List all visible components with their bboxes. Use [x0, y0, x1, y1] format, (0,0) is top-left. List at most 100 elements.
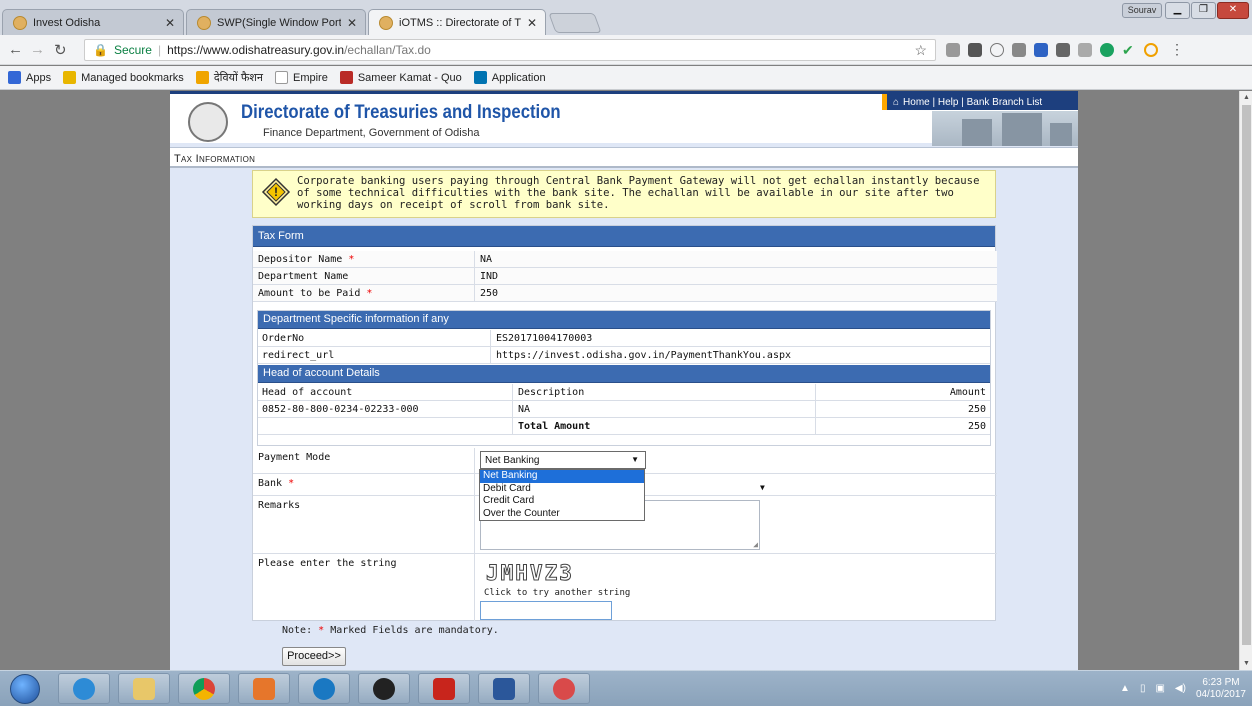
new-tab-button[interactable] [548, 13, 602, 33]
total-label: Total Amount [518, 421, 591, 432]
hoa-header-row: Head of account Description Amount [258, 384, 990, 401]
top-links[interactable]: ⌂ Home | Help | Bank Branch List [882, 94, 1078, 110]
taskbar-app[interactable] [238, 673, 290, 704]
bookmark-application[interactable]: Application [473, 71, 546, 84]
amount-value: 250 [480, 288, 499, 299]
option-net-banking[interactable]: Net Banking [480, 470, 644, 483]
mandatory-note: Note: * Marked Fields are mandatory. [282, 625, 499, 636]
close-icon[interactable]: ✕ [347, 16, 357, 30]
captcha-image[interactable]: JMHVZ3 Click to try another string [480, 558, 638, 600]
start-button[interactable] [10, 674, 40, 704]
scissors-icon [553, 677, 575, 700]
notice-text: Corporate banking users paying through C… [297, 175, 980, 211]
bookmark-apps[interactable]: Apps [8, 71, 51, 84]
address-bar[interactable]: 🔒 Secure | https://www.odishatreasury.go… [84, 39, 936, 61]
taskbar-acrobat[interactable] [418, 673, 470, 704]
scroll-up-icon[interactable]: ▲ [1243, 94, 1250, 101]
network-icon[interactable]: ▣ [1155, 683, 1164, 694]
gmail-icon[interactable] [1012, 43, 1026, 57]
option-debit-card[interactable]: Debit Card [480, 483, 644, 496]
tab-swp[interactable]: SWP(Single Window Port ✕ [186, 9, 366, 35]
redirect-value: https://invest.odisha.gov.in/PaymentThan… [496, 350, 792, 361]
clock[interactable]: 6:23 PM 04/10/2017 [1196, 677, 1246, 701]
favicon-icon [197, 15, 211, 30]
taskbar-ie[interactable] [58, 673, 110, 704]
bookmark-quora[interactable]: Sameer Kamat - Quo [339, 71, 462, 84]
payment-mode-dropdown[interactable]: Net Banking Debit Card Credit Card Over … [479, 469, 645, 521]
folder-icon [63, 71, 77, 84]
scrollbar-thumb[interactable] [1242, 105, 1251, 645]
back-icon[interactable]: ← [8, 41, 23, 58]
taskbar-app[interactable] [358, 673, 410, 704]
notice-box: ! Corporate banking users paying through… [252, 170, 996, 218]
depositor-row: Depositor Name * NA [253, 251, 997, 268]
bookmark-managed[interactable]: Managed bookmarks [63, 71, 184, 84]
svg-text:!: ! [274, 185, 278, 199]
extension-icon[interactable] [1144, 43, 1158, 57]
proceed-button[interactable]: Proceed>> [282, 647, 346, 666]
pdf-icon [433, 677, 455, 700]
taskbar-snipping[interactable] [538, 673, 590, 704]
close-icon[interactable]: ✕ [165, 16, 175, 30]
app-icon [253, 677, 275, 700]
building-image [932, 111, 1078, 146]
device-icon[interactable]: ▯ [1140, 683, 1146, 694]
resize-grip-icon[interactable]: ◢ [753, 540, 758, 549]
star-icon[interactable]: ☆ [914, 42, 927, 59]
site-subtitle: Finance Department, Government of Odisha [263, 127, 480, 139]
system-tray: ▲ ▯ ▣ ◀) 6:23 PM 04/10/2017 [1120, 673, 1246, 704]
section-title: Tax Information [170, 147, 1078, 168]
profile-button[interactable]: Sourav [1122, 3, 1162, 18]
linkedin-icon [473, 71, 487, 84]
minimize-button[interactable]: ▁ [1165, 2, 1190, 19]
total-row: Total Amount 250 [258, 418, 990, 435]
option-credit-card[interactable]: Credit Card [480, 495, 644, 508]
page-viewport: Directorate of Treasuries and Inspection… [0, 91, 1239, 670]
tax-form: Tax Form Depositor Name * NA Department … [252, 225, 997, 621]
extension-icon[interactable] [990, 43, 1004, 57]
page-icon [274, 71, 288, 84]
extension-icon[interactable] [1100, 43, 1114, 57]
page-scrollbar[interactable]: ▲ ▼ [1239, 91, 1252, 670]
maximize-button[interactable]: ❐ [1191, 2, 1216, 19]
extension-icon[interactable] [946, 43, 960, 57]
option-over-the-counter[interactable]: Over the Counter [480, 508, 644, 521]
extension-icon[interactable] [968, 43, 982, 57]
captcha-input[interactable] [480, 601, 612, 620]
close-icon[interactable]: ✕ [527, 16, 537, 30]
close-window-button[interactable]: ✕ [1217, 2, 1249, 19]
payment-mode-select[interactable]: Net Banking ▼ [480, 451, 646, 469]
secure-label: Secure [113, 43, 152, 57]
reload-icon[interactable]: ↻ [54, 41, 67, 59]
tax-form-heading: Tax Form [253, 226, 995, 247]
separator: | [157, 43, 162, 57]
favicon-icon [379, 15, 393, 30]
browser-toolbar: ← → ↻ 🔒 Secure | https://www.odishatreas… [0, 35, 1252, 65]
bookmark-deviyon-fashion[interactable]: देवियों फैशन [195, 70, 263, 85]
check-icon[interactable]: ✔ [1122, 43, 1136, 57]
taskbar-chrome[interactable] [178, 673, 230, 704]
taskbar-explorer[interactable] [118, 673, 170, 704]
extension-icon[interactable] [1034, 43, 1048, 57]
bookmark-empire[interactable]: Empire [274, 71, 328, 84]
bank-select-chevron-icon[interactable]: ▼ [760, 483, 765, 492]
amount-row: Amount to be Paid * 250 [253, 285, 997, 302]
menu-icon[interactable]: ⋮ [1170, 42, 1184, 57]
favicon-icon [13, 15, 27, 30]
extension-icon[interactable] [1056, 43, 1070, 57]
internet-explorer-icon [73, 677, 95, 700]
scroll-down-icon[interactable]: ▼ [1243, 660, 1250, 667]
word-icon [493, 677, 515, 700]
order-value: ES20171004170003 [496, 333, 593, 344]
tab-invest-odisha[interactable]: Invest Odisha ✕ [2, 9, 184, 35]
captcha-refresh-hint[interactable]: Click to try another string [484, 588, 630, 598]
taskbar-app[interactable] [298, 673, 350, 704]
taskbar-word[interactable] [478, 673, 530, 704]
redirect-row: redirect_url https://invest.odisha.gov.i… [258, 347, 990, 364]
volume-icon[interactable]: ◀) [1175, 683, 1186, 694]
tab-iotms[interactable]: iOTMS :: Directorate of T ✕ [368, 9, 546, 35]
show-hidden-icons-icon[interactable]: ▲ [1120, 683, 1130, 694]
extension-icon[interactable] [1078, 43, 1092, 57]
department-value: IND [480, 271, 499, 282]
forward-icon[interactable]: → [30, 41, 45, 58]
